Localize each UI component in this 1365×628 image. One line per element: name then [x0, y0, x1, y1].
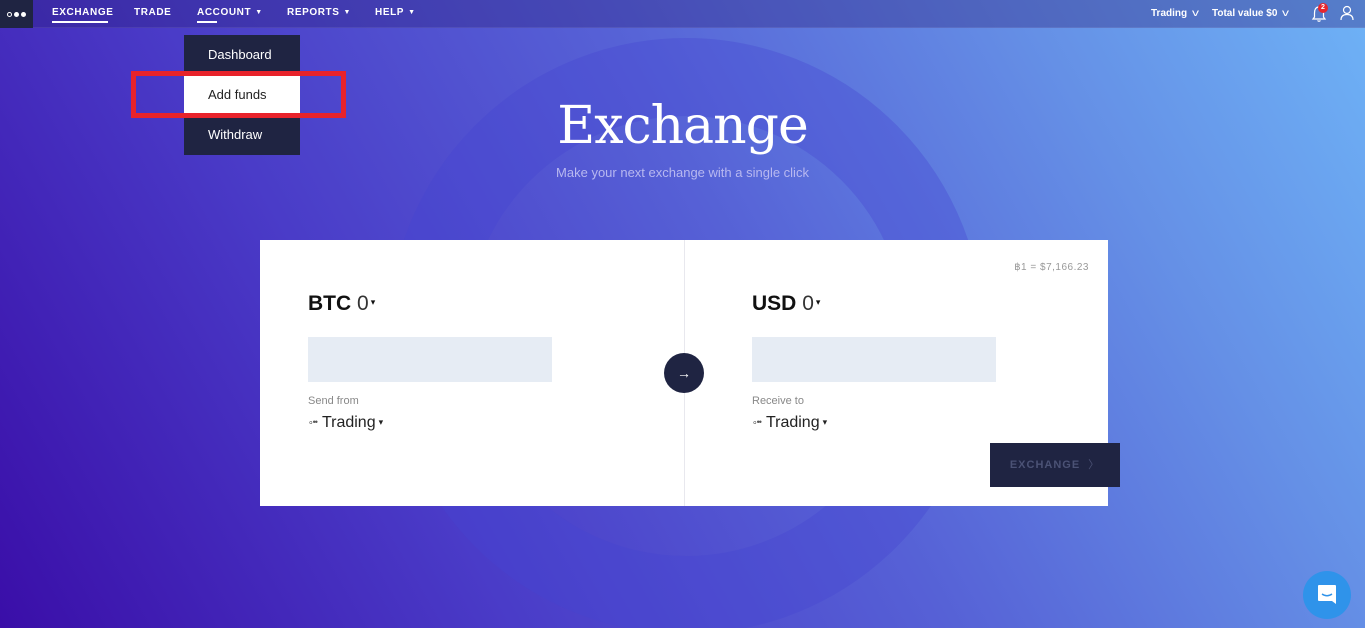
- page-subtitle: Make your next exchange with a single cl…: [556, 165, 809, 180]
- total-value-selector[interactable]: Total value $0 v: [1212, 0, 1290, 28]
- swap-arrow-button[interactable]: →: [664, 353, 704, 393]
- chevron-down-icon: v: [1192, 8, 1200, 19]
- open-underline: [197, 21, 217, 23]
- page-title: Exchange: [557, 96, 808, 156]
- notification-badge: 2: [1318, 3, 1328, 13]
- caret-down-icon: ▼: [408, 9, 416, 16]
- nav-account[interactable]: ACCOUNT ▼: [197, 0, 263, 28]
- nav-help[interactable]: HELP ▼: [375, 0, 416, 28]
- from-amount-input[interactable]: [308, 337, 552, 382]
- user-icon[interactable]: [1340, 5, 1354, 21]
- chevron-right-icon: 〉: [1088, 459, 1101, 471]
- exchange-submit-button[interactable]: EXCHANGE 〉: [990, 443, 1120, 487]
- exchange-rate: ฿1 = $7,166.23: [1014, 262, 1089, 273]
- from-currency-selector[interactable]: BTC 0 ▾: [308, 292, 375, 316]
- active-underline: [52, 21, 108, 23]
- chat-icon: [1318, 585, 1336, 604]
- to-amount-input[interactable]: [752, 337, 996, 382]
- caret-down-icon: ▾: [822, 417, 828, 427]
- menu-item-dashboard[interactable]: Dashboard: [184, 35, 300, 75]
- chevron-down-icon: v: [1282, 8, 1290, 19]
- chat-launcher-button[interactable]: [1303, 571, 1351, 619]
- caret-down-icon: ▾: [815, 297, 821, 307]
- send-from-label: Send from: [308, 395, 359, 407]
- account-dots-icon: ∘••: [752, 417, 762, 427]
- caret-down-icon: ▾: [370, 297, 376, 307]
- arrow-right-icon: →: [677, 365, 691, 381]
- account-selector[interactable]: Trading v: [1151, 0, 1200, 28]
- receive-to-label: Receive to: [752, 395, 804, 407]
- account-dots-icon: ∘••: [308, 417, 318, 427]
- receive-to-account-selector[interactable]: ∘•• Trading ▾: [752, 414, 827, 432]
- nav-reports[interactable]: REPORTS ▼: [287, 0, 351, 28]
- nav-trade[interactable]: TRADE: [134, 0, 171, 28]
- nav-exchange[interactable]: EXCHANGE: [52, 0, 113, 28]
- send-from-account-selector[interactable]: ∘•• Trading ▾: [308, 414, 383, 432]
- caret-down-icon: ▼: [255, 9, 263, 16]
- exchange-card: ฿1 = $7,166.23 BTC 0 ▾ Send from ∘•• Tradi…: [260, 240, 1108, 506]
- to-currency-selector[interactable]: USD 0 ▾: [752, 292, 820, 316]
- caret-down-icon: ▾: [378, 417, 384, 427]
- top-nav-bar: EXCHANGE TRADE ACCOUNT ▼ REPORTS ▼ HELP ▼ T…: [0, 0, 1365, 28]
- ellipsis-menu-icon[interactable]: [0, 0, 33, 28]
- caret-down-icon: ▼: [343, 9, 352, 16]
